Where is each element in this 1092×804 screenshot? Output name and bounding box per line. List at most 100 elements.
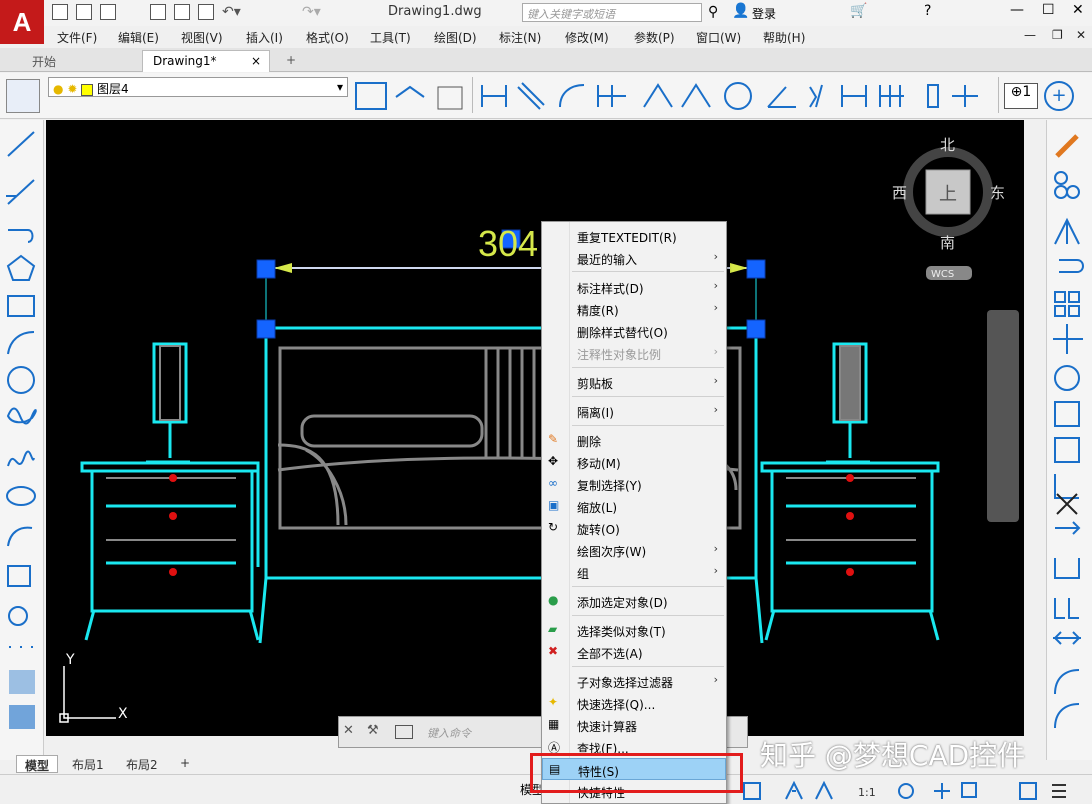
viewcube-top[interactable]: 上 [939, 184, 957, 205]
binoculars-icon[interactable]: ⚲ [708, 4, 718, 20]
menu-item-deselect-all[interactable]: ✖ 全部不选(A) [542, 641, 726, 663]
menu-item-rotate[interactable]: ↻ 旋转(O) [542, 517, 726, 539]
tab-drawing-label: Drawing1* [153, 54, 217, 68]
menu-item-recent-input[interactable]: 最近的输入 › [542, 247, 726, 269]
chevron-right-icon: › [713, 250, 718, 263]
dimension-text[interactable]: 304 [478, 223, 538, 264]
close-button[interactable]: ✕ [1072, 2, 1084, 18]
viewcube[interactable]: 上 北 南 东 西 WCS [892, 136, 1005, 280]
viewcube-north[interactable]: 北 [940, 136, 955, 154]
print-icon[interactable] [174, 4, 190, 20]
menu-item-dim-style[interactable]: 标注样式(D) › [542, 276, 726, 298]
menu-item-quick-select[interactable]: ✦ 快速选择(Q)... [542, 692, 726, 714]
drawing-area[interactable]: 304 Y X 上 北 南 东 西 WCS [46, 120, 1024, 736]
chevron-right-icon: › [713, 279, 718, 292]
undo-icon[interactable]: ↶▾ [222, 4, 241, 20]
doc-minimize-button[interactable]: — [1024, 28, 1036, 42]
help-icon[interactable]: ? [924, 3, 931, 19]
menu-item-select-similar[interactable]: ▰ 选择类似对象(T) [542, 619, 726, 641]
saveas-icon[interactable] [100, 4, 116, 20]
layer-dropdown[interactable]: ● ✹ 图层4 ▾ [48, 77, 348, 97]
dimension-tools[interactable] [476, 77, 996, 115]
add-layout-button[interactable]: + [172, 755, 198, 773]
tab-drawing[interactable]: Drawing1* × [142, 50, 270, 72]
chevron-down-icon: ▾ [336, 80, 343, 94]
menu-item-add-selected[interactable]: ● 添加选定对象(D) [542, 590, 726, 612]
menu-item-clipboard[interactable]: 剪贴板 › [542, 371, 726, 393]
ucs-x-label: X [118, 706, 128, 722]
command-input[interactable]: 键入命令 [427, 725, 471, 741]
login-link[interactable]: 登录 [752, 5, 776, 22]
chevron-right-icon: › [713, 564, 718, 577]
menu-item-move[interactable]: ✥ 移动(M) [542, 451, 726, 473]
command-history-icon[interactable] [395, 725, 413, 739]
viewcube-east[interactable]: 东 [990, 184, 1005, 202]
wcs-menu[interactable]: WCS [931, 269, 954, 280]
menu-item-draw-order[interactable]: 绘图次序(W) › [542, 539, 726, 561]
search-input[interactable]: 键入关键字或短语 [522, 3, 702, 22]
viewcube-west[interactable]: 西 [892, 184, 907, 202]
wrench-icon[interactable]: ⚒ [367, 723, 379, 738]
menu-file[interactable]: 文件(F) [57, 29, 97, 46]
vertical-scrollbar[interactable] [1024, 120, 1044, 736]
center-mark-icon[interactable]: + [1044, 81, 1074, 111]
maximize-button[interactable]: ☐ [1042, 2, 1055, 18]
menu-draw[interactable]: 绘图(D) [434, 29, 477, 46]
viewcube-south[interactable]: 南 [940, 234, 955, 252]
menu-item-scale[interactable]: ▣ 缩放(L) [542, 495, 726, 517]
doc-close-button[interactable]: ✕ [1076, 28, 1086, 42]
chevron-right-icon: › [713, 374, 718, 387]
tab-start[interactable]: 开始 [22, 50, 66, 72]
layer-properties-icon[interactable] [6, 79, 40, 113]
menu-item-precision[interactable]: 精度(R) › [542, 298, 726, 320]
new-tab-button[interactable]: + [276, 50, 306, 72]
menu-item-copy[interactable]: ∞ 复制选择(Y) [542, 473, 726, 495]
menu-insert[interactable]: 插入(I) [246, 29, 283, 46]
tab-layout2[interactable]: 布局2 [118, 755, 166, 773]
open-icon[interactable] [52, 4, 68, 20]
layer-tools[interactable] [352, 77, 472, 115]
status-icons[interactable]: 1:1 [740, 779, 1080, 803]
menu-window[interactable]: 窗口(W) [696, 29, 741, 46]
menu-item-remove-override[interactable]: 删除样式替代(O) [542, 320, 726, 342]
menu-format[interactable]: 格式(O) [306, 29, 349, 46]
menu-edit[interactable]: 编辑(E) [118, 29, 159, 46]
menu-item-quick-calc[interactable]: ▦ 快速计算器 [542, 714, 726, 736]
menu-item-repeat-textedit[interactable]: 重复TEXTEDIT(R) [542, 225, 726, 247]
menu-help[interactable]: 帮助(H) [763, 29, 805, 46]
drawing-canvas[interactable]: 304 Y X 上 北 南 东 西 WCS [46, 120, 1024, 736]
menu-modify[interactable]: 修改(M) [565, 29, 609, 46]
doc-restore-button[interactable]: ❐ [1052, 28, 1063, 42]
cart-icon[interactable]: 🛒 [850, 3, 867, 19]
draw-tool-icons[interactable] [4, 126, 40, 756]
menu-item-subobject-filter[interactable]: 子对象选择过滤器 › [542, 670, 726, 692]
tab-model[interactable]: 模型 [16, 755, 59, 773]
menu-tools[interactable]: 工具(T) [370, 29, 411, 46]
draw-toolbar [0, 120, 44, 760]
menu-item-group[interactable]: 组 › [542, 561, 726, 583]
minimize-button[interactable]: — [1010, 2, 1024, 18]
annotation-scale[interactable]: 1:1 [858, 786, 876, 799]
menu-item-erase[interactable]: ✎ 删除 [542, 429, 726, 451]
menu-item-isolate[interactable]: 隔离(I) › [542, 400, 726, 422]
tolerance-icon[interactable]: ⊕1 [1004, 83, 1038, 109]
calculator-icon: ▦ [548, 717, 560, 731]
user-icon[interactable]: 👤 [732, 3, 749, 19]
tab-layout1[interactable]: 布局1 [64, 755, 112, 773]
add-selected-icon: ● [548, 593, 559, 607]
plot-icon[interactable] [198, 4, 214, 20]
modify-tool-icons[interactable] [1051, 128, 1087, 748]
tab-close-icon[interactable]: × [251, 54, 261, 68]
chevron-right-icon: › [713, 345, 718, 358]
context-menu: 重复TEXTEDIT(R) 最近的输入 › 标注样式(D) › 精度(R) › 删除样… [541, 221, 727, 804]
menu-view[interactable]: 视图(V) [181, 29, 223, 46]
navigation-bar[interactable] [987, 310, 1019, 522]
save-icon[interactable] [76, 4, 92, 20]
publish-icon[interactable] [150, 4, 166, 20]
ucs-y-label: Y [65, 652, 75, 668]
app-menu-button[interactable]: A [0, 0, 44, 44]
close-icon[interactable]: ✕ [343, 723, 354, 738]
menu-dimension[interactable]: 标注(N) [499, 29, 541, 46]
menu-parametric[interactable]: 参数(P) [634, 29, 675, 46]
redo-icon[interactable]: ↷▾ [302, 4, 321, 20]
